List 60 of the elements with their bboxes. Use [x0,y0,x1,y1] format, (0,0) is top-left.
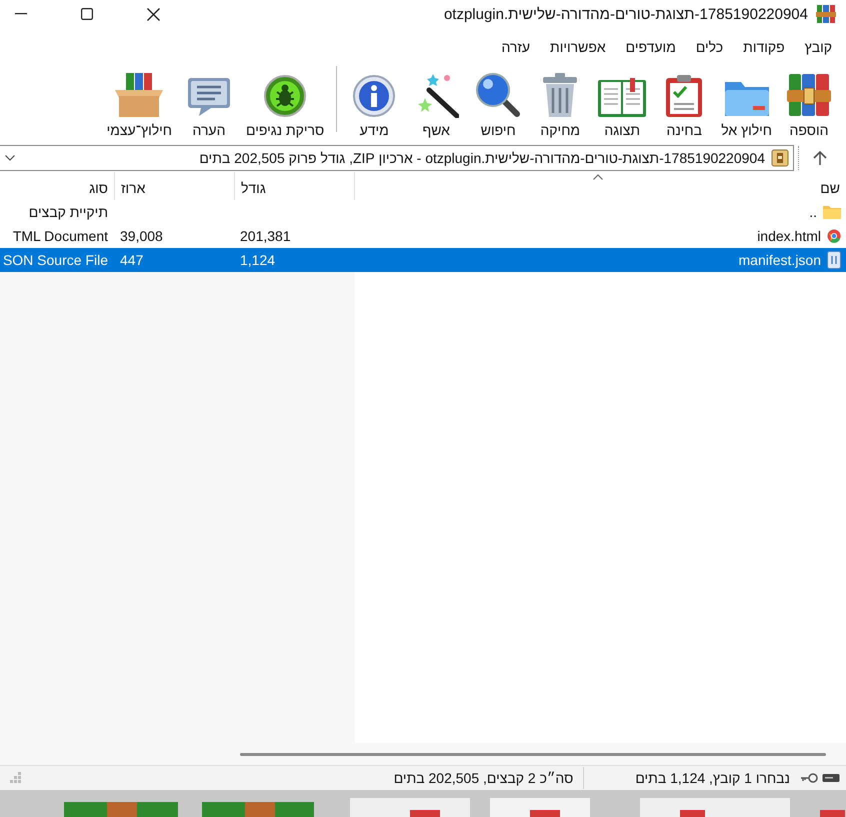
search-icon [475,72,522,118]
file-name: .. [809,204,817,220]
toolbar-button[interactable]: חילוץ אל [715,64,778,138]
box-with-books-icon [114,72,164,118]
book-stack-icon [787,72,831,118]
file-row[interactable]: TML Document 39,008 201,381 index.html [0,224,846,248]
trash-can-icon [541,72,580,118]
archive-icon [771,149,789,167]
toolbar-button[interactable]: בחינה [653,64,716,138]
table-cell: TML Document [12,228,108,244]
toolbar-button[interactable]: חיפוש [467,64,530,138]
file-row[interactable]: תיקיית קבצים .. [0,200,846,224]
folder-icon [823,205,841,219]
selection-status: נבחרו 1 קובץ, 1,124 בתים [635,770,790,786]
toolbar-button[interactable]: הערה [178,64,240,138]
table-cell: 447 [120,252,144,268]
table-cell: 39,008 [120,228,163,244]
menu-item[interactable]: קובץ [804,39,832,55]
column-header[interactable]: גודל [235,172,355,200]
table-cell: SON Source File [2,252,108,268]
column-header[interactable]: ארוז [115,172,235,200]
window-title: 1785190220904-תצוגת-טורים-מהדורה-שלישית.otzplugin [444,6,808,22]
browser-icon [827,229,841,243]
up-arrow-icon[interactable] [812,150,828,166]
toolbar-button[interactable]: חילוץ־עצמי [100,64,178,138]
drive-icon [822,773,840,783]
chevron-down-icon[interactable] [5,155,15,161]
file-name: index.html [757,228,821,244]
bug-icon [263,74,308,118]
sort-caret-icon [593,174,603,180]
table-cell: 201,381 [240,228,291,244]
file-name: manifest.json [738,252,821,268]
table-cell: תיקיית קבצים [28,204,108,220]
column-header[interactable]: שם [355,172,846,200]
toolbar-button[interactable]: אשף [405,64,468,138]
toolbar-button[interactable]: הוספה [778,64,840,138]
toolbar-button[interactable]: מחיקה [529,64,592,138]
menu-item[interactable]: אפשרויות [550,39,606,55]
table-cell: 1,124 [240,252,276,268]
scrollbar-thumb[interactable] [240,752,826,756]
column-header[interactable]: סוג [0,172,115,200]
app-icon [816,4,836,24]
minimize-icon[interactable] [15,13,27,15]
maximize-icon[interactable] [81,8,93,20]
menu-item[interactable]: מועדפים [626,39,676,55]
total-status: סה״כ 2 קבצים, 202,505 בתים [394,770,574,786]
menu-item[interactable]: עזרה [501,39,530,55]
toolbar-button[interactable]: תצוגה [591,64,654,138]
open-book-icon [597,78,648,118]
close-icon[interactable] [147,8,160,20]
clipboard-icon [665,74,704,118]
menu-item[interactable]: פקודות [743,39,785,55]
file-row[interactable]: SON Source File 447 1,124 manifest.json [0,248,846,272]
file-icon [827,251,841,269]
toolbar-button[interactable]: מידע [343,64,406,138]
key-icon [800,773,818,783]
info-icon [352,74,396,118]
menu-item[interactable]: כלים [696,39,724,55]
toolbar-button[interactable]: סריקת נגיפים [240,64,330,138]
address-field[interactable]: 1785190220904-תצוגת-טורים-מהדורה-שלישית.otzplugin - ארכיון ZIP, גודל פרוק 202,505 בתים [0,145,794,171]
